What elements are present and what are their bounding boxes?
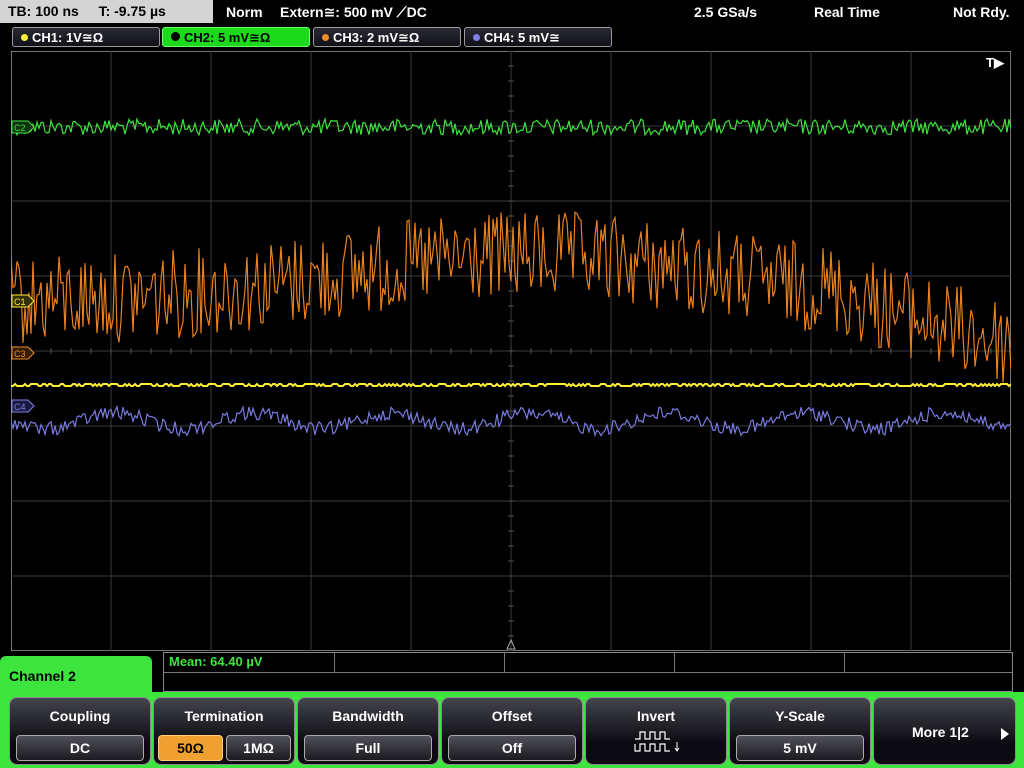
- ch3-color-dot: [322, 34, 329, 41]
- measurement-area: Mean: 64.40 µV: [163, 652, 1013, 692]
- yscale-softkey[interactable]: Y-Scale 5 mV: [729, 697, 871, 765]
- offset-title: Offset: [491, 708, 533, 724]
- ch4-label: CH4: 5 mV≅: [484, 30, 560, 45]
- bandwidth-value-button[interactable]: Full: [304, 735, 432, 761]
- termination-50ohm-button[interactable]: 50Ω: [158, 735, 223, 761]
- measurement-cell[interactable]: [334, 653, 505, 672]
- more-softkey[interactable]: More 1|2: [873, 697, 1016, 765]
- termination-1mohm-button[interactable]: 1MΩ: [226, 735, 291, 761]
- trigger-source[interactable]: Extern≅: 500 mV ⟋DC: [280, 0, 427, 24]
- yscale-title: Y-Scale: [775, 708, 825, 724]
- waveform-display[interactable]: C2 C1 C3 C4 T▶: [11, 51, 1011, 651]
- coupling-softkey[interactable]: Coupling DC: [9, 697, 151, 765]
- termination-title: Termination: [184, 708, 264, 724]
- ch3-label: CH3: 2 mV≅Ω: [333, 30, 420, 45]
- status-bar: TB: 100 ns T: -9.75 µs Norm Extern≅: 500…: [0, 0, 1024, 24]
- ch2-marker-label: C2: [14, 123, 26, 133]
- ch1-label: CH1: 1V≅Ω: [32, 30, 104, 45]
- ch1-color-dot: [21, 34, 28, 41]
- tab-ch1[interactable]: CH1: 1V≅Ω: [12, 27, 160, 47]
- ch2-color-dot: [171, 32, 180, 41]
- arrow-right-icon: [1001, 728, 1009, 740]
- invert-title: Invert: [636, 708, 676, 724]
- channel-menu-title-text: Channel 2: [9, 668, 76, 684]
- offset-value-button[interactable]: Off: [448, 735, 576, 761]
- trigger-position-readout: T: -9.75 µs: [98, 3, 166, 19]
- coupling-value-button[interactable]: DC: [16, 735, 144, 761]
- more-label: More 1|2: [912, 724, 969, 740]
- ch2-label: CH2: 5 mV≅Ω: [184, 30, 271, 45]
- timebase-box[interactable]: TB: 100 ns T: -9.75 µs: [0, 0, 213, 23]
- timebase-readout: TB: 100 ns: [8, 3, 79, 19]
- invert-waveform-icon: [634, 731, 680, 752]
- bandwidth-title: Bandwidth: [332, 708, 404, 724]
- measurement-cell[interactable]: [674, 653, 845, 672]
- measurement-cell[interactable]: [844, 653, 1012, 672]
- termination-softkey[interactable]: Termination 50Ω 1MΩ: [153, 697, 295, 765]
- acquisition-mode: Real Time: [814, 4, 880, 20]
- yscale-value-button[interactable]: 5 mV: [736, 735, 864, 761]
- ch3-marker-label: C3: [14, 349, 26, 359]
- softkey-menu: Coupling DC Termination 50Ω 1MΩ Bandwidt…: [0, 692, 1024, 768]
- ch4-color-dot: [473, 34, 480, 41]
- measurement-row: Mean: 64.40 µV: [164, 653, 1012, 673]
- measurement-cell-mean[interactable]: Mean: 64.40 µV: [164, 653, 335, 672]
- ch1-marker-label: C1: [14, 297, 26, 307]
- coupling-title: Coupling: [49, 708, 111, 724]
- tab-ch3[interactable]: CH3: 2 mV≅Ω: [313, 27, 461, 47]
- invert-softkey[interactable]: Invert: [585, 697, 727, 765]
- acquisition-state: Not Rdy.: [953, 4, 1010, 20]
- offset-softkey[interactable]: Offset Off: [441, 697, 583, 765]
- measurement-cell[interactable]: [504, 653, 675, 672]
- sample-rate: 2.5 GSa/s: [694, 4, 758, 20]
- tab-ch2[interactable]: CH2: 5 mV≅Ω: [162, 27, 310, 47]
- tab-ch4[interactable]: CH4: 5 mV≅: [464, 27, 612, 47]
- bandwidth-softkey[interactable]: Bandwidth Full: [297, 697, 439, 765]
- mean-measurement: Mean: 64.40 µV: [169, 654, 263, 669]
- trigger-mode[interactable]: Norm: [226, 0, 263, 24]
- ch4-marker-label: C4: [14, 402, 26, 412]
- trigger-position-marker[interactable]: T▶: [986, 55, 1005, 70]
